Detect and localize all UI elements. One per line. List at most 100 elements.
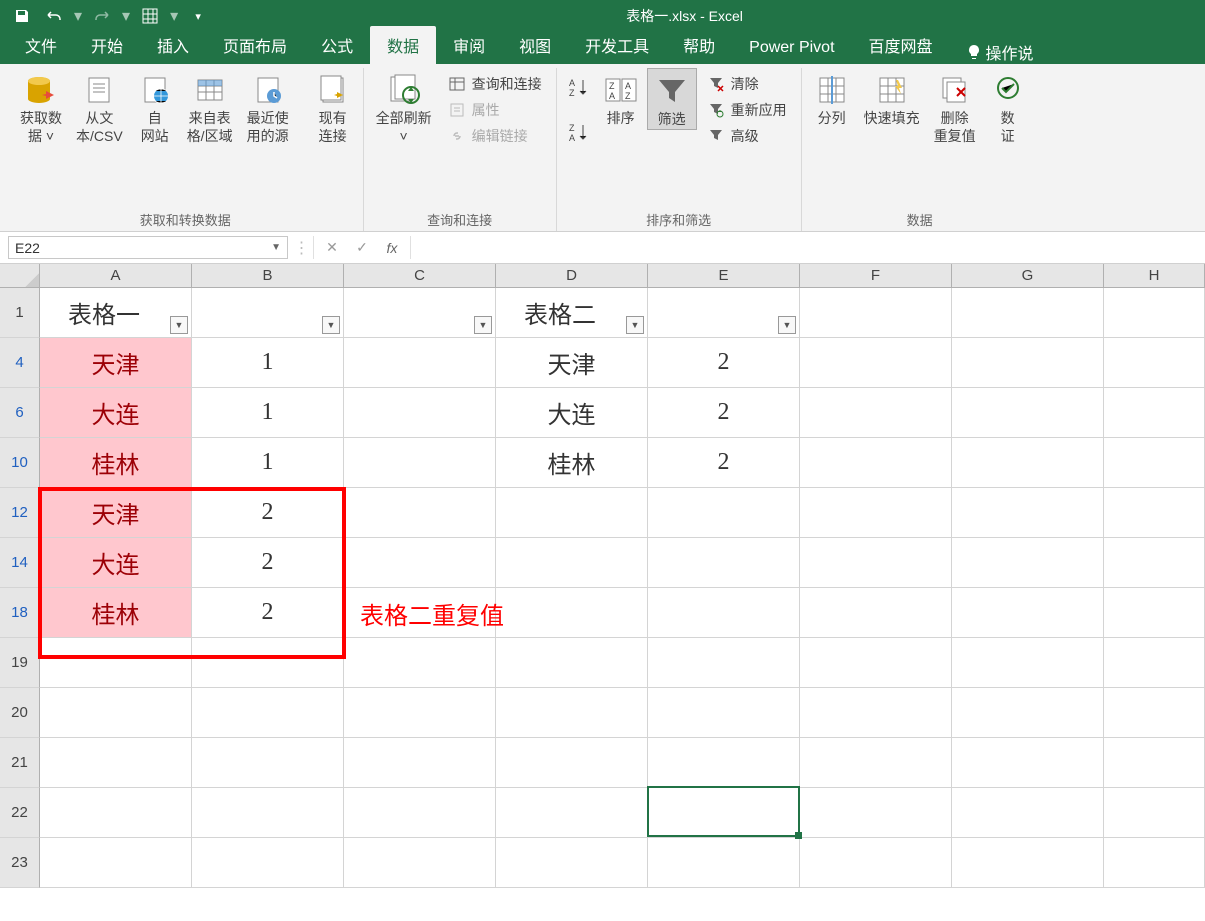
cell-G22[interactable]	[952, 788, 1104, 838]
cell-B4[interactable]: 1	[192, 338, 344, 388]
cell-A19[interactable]	[40, 638, 192, 688]
name-box[interactable]: E22 ▼	[8, 236, 288, 259]
tab-view[interactable]: 视图	[502, 26, 568, 64]
from-web-button[interactable]: 自 网站	[131, 68, 179, 145]
filter-dropdown-icon[interactable]: ▼	[474, 316, 492, 334]
cell-F18[interactable]	[800, 588, 952, 638]
cell-D22[interactable]	[496, 788, 648, 838]
cell-B19[interactable]	[192, 638, 344, 688]
cell-E18[interactable]	[648, 588, 800, 638]
cell-H4[interactable]	[1104, 338, 1205, 388]
from-text-csv-button[interactable]: 从文 本/CSV	[70, 68, 129, 145]
cell-H14[interactable]	[1104, 538, 1205, 588]
cell-H22[interactable]	[1104, 788, 1205, 838]
from-table-range-button[interactable]: 来自表 格/区域	[181, 68, 239, 145]
reapply-filter-button[interactable]: 重新应用	[703, 98, 791, 122]
cell-F19[interactable]	[800, 638, 952, 688]
tab-help[interactable]: 帮助	[666, 26, 732, 64]
col-header-F[interactable]: F	[800, 264, 952, 287]
tab-home[interactable]: 开始	[74, 26, 140, 64]
sort-asc-icon[interactable]: AZ	[567, 76, 591, 105]
cell-E19[interactable]	[648, 638, 800, 688]
cell-E21[interactable]	[648, 738, 800, 788]
cell-F23[interactable]	[800, 838, 952, 888]
cell-E1[interactable]: ▼	[648, 288, 800, 338]
cell-B1[interactable]: ▼	[192, 288, 344, 338]
cell-B22[interactable]	[192, 788, 344, 838]
cell-H12[interactable]	[1104, 488, 1205, 538]
row-header[interactable]: 18	[0, 588, 40, 638]
cell-A23[interactable]	[40, 838, 192, 888]
cell-F6[interactable]	[800, 388, 952, 438]
cell-E6[interactable]: 2	[648, 388, 800, 438]
cell-F20[interactable]	[800, 688, 952, 738]
cell-H1[interactable]	[1104, 288, 1205, 338]
cell-H21[interactable]	[1104, 738, 1205, 788]
cell-H18[interactable]	[1104, 588, 1205, 638]
cell-H19[interactable]	[1104, 638, 1205, 688]
cell-G12[interactable]	[952, 488, 1104, 538]
cell-G4[interactable]	[952, 338, 1104, 388]
cell-F14[interactable]	[800, 538, 952, 588]
cell-B21[interactable]	[192, 738, 344, 788]
cell-A22[interactable]	[40, 788, 192, 838]
cell-E20[interactable]	[648, 688, 800, 738]
fx-icon[interactable]: fx	[378, 240, 406, 256]
cell-D10[interactable]: 桂林	[496, 438, 648, 488]
formula-input[interactable]	[411, 232, 1205, 263]
row-header[interactable]: 20	[0, 688, 40, 738]
get-data-button[interactable]: 获取数 据 ˅	[14, 68, 68, 145]
cancel-icon[interactable]: ✕	[318, 237, 346, 259]
cell-G14[interactable]	[952, 538, 1104, 588]
cell-A12[interactable]: 天津	[40, 488, 192, 538]
cell-D1[interactable]: 表格二▼	[496, 288, 648, 338]
clear-filter-button[interactable]: 清除	[703, 72, 791, 96]
col-header-C[interactable]: C	[344, 264, 496, 287]
cell-B10[interactable]: 1	[192, 438, 344, 488]
cell-E23[interactable]	[648, 838, 800, 888]
chevron-down-icon[interactable]: ▼	[271, 242, 281, 253]
cell-C1[interactable]: ▼	[344, 288, 496, 338]
cell-C10[interactable]	[344, 438, 496, 488]
cell-G6[interactable]	[952, 388, 1104, 438]
tab-data[interactable]: 数据	[370, 26, 436, 64]
cell-G10[interactable]	[952, 438, 1104, 488]
row-header[interactable]: 19	[0, 638, 40, 688]
cell-C20[interactable]	[344, 688, 496, 738]
cell-B6[interactable]: 1	[192, 388, 344, 438]
cell-F12[interactable]	[800, 488, 952, 538]
cell-F4[interactable]	[800, 338, 952, 388]
cell-D18[interactable]	[496, 588, 648, 638]
filter-dropdown-icon[interactable]: ▼	[170, 316, 188, 334]
cell-C6[interactable]	[344, 388, 496, 438]
cell-C19[interactable]	[344, 638, 496, 688]
tab-developer[interactable]: 开发工具	[568, 26, 666, 64]
row-header[interactable]: 10	[0, 438, 40, 488]
col-header-D[interactable]: D	[496, 264, 648, 287]
row-header[interactable]: 1	[0, 288, 40, 338]
cell-D20[interactable]	[496, 688, 648, 738]
filter-dropdown-icon[interactable]: ▼	[626, 316, 644, 334]
cell-E4[interactable]: 2	[648, 338, 800, 388]
cell-C4[interactable]	[344, 338, 496, 388]
filter-button[interactable]: 筛选	[647, 68, 697, 130]
select-all-corner[interactable]	[0, 264, 40, 288]
advanced-filter-button[interactable]: 高级	[703, 124, 791, 148]
remove-duplicates-button[interactable]: 删除 重复值	[928, 68, 982, 145]
col-header-E[interactable]: E	[648, 264, 800, 287]
cell-C23[interactable]	[344, 838, 496, 888]
cell-B14[interactable]: 2	[192, 538, 344, 588]
cell-D6[interactable]: 大连	[496, 388, 648, 438]
cell-G20[interactable]	[952, 688, 1104, 738]
enter-icon[interactable]: ✓	[348, 237, 376, 259]
filter-dropdown-icon[interactable]: ▼	[778, 316, 796, 334]
row-header[interactable]: 22	[0, 788, 40, 838]
cell-D4[interactable]: 天津	[496, 338, 648, 388]
sort-button[interactable]: ZAAZ排序	[597, 68, 645, 128]
tab-file[interactable]: 文件	[8, 26, 74, 64]
row-header[interactable]: 12	[0, 488, 40, 538]
cell-H23[interactable]	[1104, 838, 1205, 888]
tab-formula[interactable]: 公式	[304, 26, 370, 64]
tab-powerpivot[interactable]: Power Pivot	[732, 32, 851, 64]
col-header-G[interactable]: G	[952, 264, 1104, 287]
